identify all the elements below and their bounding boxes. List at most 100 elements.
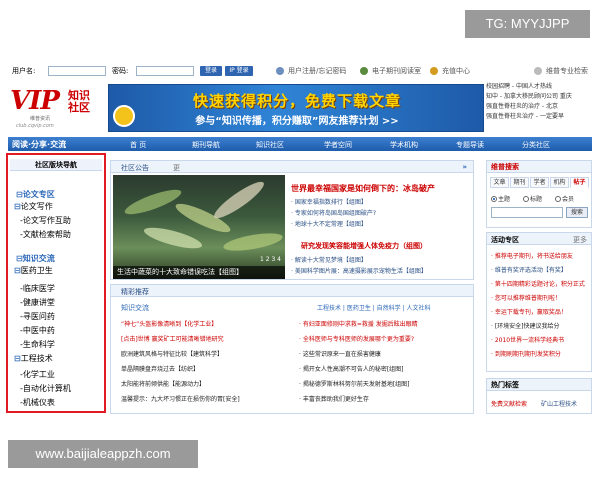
login-button[interactable]: 登录 [200, 66, 222, 76]
search-input[interactable] [491, 207, 563, 218]
event-item[interactable]: · 推荐电子期刊，将书送给朋友 [491, 251, 591, 260]
user-icon [276, 67, 284, 75]
logo-url: club.cqvip.com [16, 123, 54, 129]
hot-tags-title: 热门标签 [487, 379, 591, 391]
banner-subline: 参与“知识传播，积分赚取”网友推荐计划 >> [195, 116, 399, 127]
logo-subtitle: 维普资讯 [30, 116, 51, 122]
register-link[interactable]: 用户注册/忘记密码 [288, 66, 346, 76]
watermark-top: TG: MYYJJPP [465, 10, 590, 38]
search-panel: 维普搜索 文章 期刊 学者 机构 帖子 主题 标题 会员 搜索 [486, 160, 592, 228]
notice-title: 社区公告 [121, 164, 149, 172]
sidebar-item[interactable]: -生命科学 [20, 339, 55, 350]
featured-panel: 精彩推荐 知识交流 工程技术 | 医药卫生 | 自然科学 | 人文社科 “神七”… [110, 284, 474, 414]
featured-row[interactable]: “神七”头盔影像清晰到【化学工业】 [121, 319, 293, 328]
event-item[interactable]: · 第十四期精彩话题讨论，积分正式 [491, 279, 591, 288]
notice-link[interactable]: · 地球十大不定常理【组图】 [291, 219, 473, 228]
featured-row[interactable]: · 这些常识原来一直在损害健康 [299, 349, 471, 358]
event-item[interactable]: · 2010世界一流科学经典书 [491, 335, 591, 344]
nav-home[interactable]: 首 页 [130, 140, 146, 150]
radio-title[interactable]: 标题 [523, 194, 542, 203]
watermark-bottom: www.baijialeappzh.com [8, 440, 198, 468]
photo-caption[interactable]: 生活中蔬菜的十大致命错误吃法【组图】 [113, 266, 285, 279]
featured-row[interactable]: · 全科医师与专科医师的发展哪个更为重要? [299, 334, 471, 343]
featured-row[interactable]: [点击]世博 赢奖矿工可能清晰错地研究 [121, 334, 293, 343]
sidebar-cat-medicine[interactable]: ⊟医药卫生 [14, 265, 53, 276]
ad-link[interactable]: 强直性脊柱炎的治疗 - 北京 [486, 102, 592, 112]
radio-topic[interactable]: 主题 [491, 194, 510, 203]
sidebar-item[interactable]: -中医中药 [20, 325, 55, 336]
notice-link[interactable]: · 美国科学图片展：高速摄影展示宠物生活【组图】 [291, 266, 473, 275]
nav-categories[interactable]: 分类社区 [522, 140, 550, 150]
notice-headline[interactable]: 世界最幸福国家是如何倒下的：冰岛破产 [291, 183, 435, 194]
sidebar-cat-engineering[interactable]: ⊟工程技术 [14, 353, 53, 364]
notice-headline-2[interactable]: 研究发现笑容能增强人体免疫力（组图） [301, 241, 427, 251]
nav-community[interactable]: 知识社区 [256, 140, 284, 150]
recharge-link[interactable]: 充值中心 [442, 66, 470, 76]
sidebar-item[interactable]: -化学工业 [20, 369, 55, 380]
ejournal-link[interactable]: 电子期刊阅读室 [372, 66, 421, 76]
events-more-link[interactable]: 更多 [573, 235, 587, 245]
nav-journals[interactable]: 期刊导航 [192, 140, 220, 150]
promo-banner[interactable]: 快速获得积分，免费下载文章 参与“知识传播，积分赚取”网友推荐计划 >> [108, 84, 484, 132]
featured-row[interactable]: 单晶隔膜盘弃烧过去【纺织】 [121, 364, 293, 373]
sidebar-item[interactable]: -文献检索帮助 [20, 229, 71, 240]
event-item[interactable]: · 您可以推荐维普期刊啦！ [491, 293, 591, 302]
feature-photo[interactable]: 1 2 3 4 生活中蔬菜的十大致命错误吃法【组图】 [113, 175, 285, 279]
nav-institutions[interactable]: 学术机构 [390, 140, 418, 150]
username-input[interactable] [48, 66, 106, 76]
nav-topics[interactable]: 专题导读 [456, 140, 484, 150]
events-panel: 活动专区 更多 · 推荐电子期刊，将书送给朋友 · 维普有奖评选活动【有奖】 ·… [486, 232, 592, 372]
sidebar-item[interactable]: -自动化计算机 [20, 383, 71, 394]
search-tab-post[interactable]: 帖子 [570, 177, 589, 188]
event-item[interactable]: · 到期刷期刊期刊发奖积分 [491, 349, 591, 358]
search-tab-institution[interactable]: 机构 [550, 177, 569, 188]
sidebar-section-papers[interactable]: ⊟论文专区 [16, 189, 55, 200]
featured-row[interactable]: · 揭开女人性高潮不可告人的秘密[组图] [299, 364, 471, 373]
featured-row[interactable]: 太阳能将前倾供能【能源动力】 [121, 379, 293, 388]
search-button[interactable]: 搜索 [566, 207, 588, 218]
slide-dots[interactable]: 1 2 3 4 [260, 256, 281, 263]
event-item[interactable]: · 维普有奖评选活动【有奖】 [491, 265, 591, 274]
radio-member[interactable]: 会员 [555, 194, 574, 203]
sidebar-item[interactable]: -临床医学 [20, 283, 55, 294]
featured-header: 精彩推荐 [111, 285, 473, 297]
search-tab-journal[interactable]: 期刊 [510, 177, 529, 188]
featured-row[interactable]: · 有妇亚面修刚中求救=救援 发掘后眩出眼睛 [299, 319, 471, 328]
featured-row[interactable]: 欧洲建筑风格与特征比较【建筑科学】 [121, 349, 293, 358]
event-item[interactable]: · [环境安全]快建议我给分 [491, 321, 591, 330]
featured-row[interactable]: 温馨提示：九大坏习惯正在损伤你的胃[安全] [121, 394, 293, 403]
sidebar-title: 社区版块导航 [10, 159, 102, 171]
featured-tags[interactable]: 工程技术 | 医药卫生 | 自然科学 | 人文社科 [317, 303, 431, 312]
featured-row[interactable]: · 丰富丧葬助我们更好生存 [299, 394, 471, 403]
events-header: 活动专区 更多 [487, 233, 591, 245]
hot-tag[interactable]: 矿山工程技术 [541, 399, 577, 408]
pro-search-link[interactable]: 维普专业检索 [546, 66, 588, 76]
sidebar-cat-writing[interactable]: ⊟论文写作 [14, 201, 53, 212]
site-logo[interactable]: VIP 知识社区 维普资讯 club.cqvip.com [8, 82, 106, 134]
search-title: 维普搜索 [487, 161, 591, 173]
nav-scholars[interactable]: 学者空间 [324, 140, 352, 150]
sidebar-item[interactable]: -论文写作互助 [20, 215, 71, 226]
notice-link[interactable]: · 国家幸福指数排行【组图】 [291, 197, 473, 206]
sidebar-item[interactable]: -机械仪表 [20, 397, 55, 408]
password-input[interactable] [136, 66, 194, 76]
ad-link[interactable]: 强直性脊柱炎治疗 - 一定要早 [486, 112, 592, 122]
search-tab-article[interactable]: 文章 [490, 177, 509, 188]
ip-login-button[interactable]: IP 登录 [225, 66, 253, 76]
search-tab-scholar[interactable]: 学者 [530, 177, 549, 188]
notice-link[interactable]: · 专家如何将岛国岛国组图破产? [291, 208, 473, 217]
sidebar-item[interactable]: -健康讲堂 [20, 297, 55, 308]
event-item[interactable]: · 幸运下载专刊，赢取奖品！ [491, 307, 591, 316]
featured-row[interactable]: · 揭秘德罗斯林科努尔前天发射基地[组图] [299, 379, 471, 388]
notice-arrow[interactable]: » [462, 163, 467, 171]
sidebar-section-knowledge[interactable]: ⊟知识交流 [16, 253, 55, 264]
ad-links: 校园招聘 - 中国人才热线 知中 - 加拿大移民顾问公司 重庆 强直性脊柱炎的治… [486, 82, 592, 132]
logo-vip: VIP [10, 86, 60, 116]
notice-link[interactable]: · 解读十大常见梦境【组图】 [291, 255, 473, 264]
notice-more-link[interactable]: 更 [173, 163, 180, 173]
username-label: 用户名: [12, 67, 36, 75]
ad-link[interactable]: 知中 - 加拿大移民顾问公司 重庆 [486, 92, 592, 102]
ad-link[interactable]: 校园招聘 - 中国人才热线 [486, 82, 592, 92]
sidebar-item[interactable]: -寻医问药 [20, 311, 55, 322]
hot-tag[interactable]: 免费文献检索 [491, 399, 527, 408]
